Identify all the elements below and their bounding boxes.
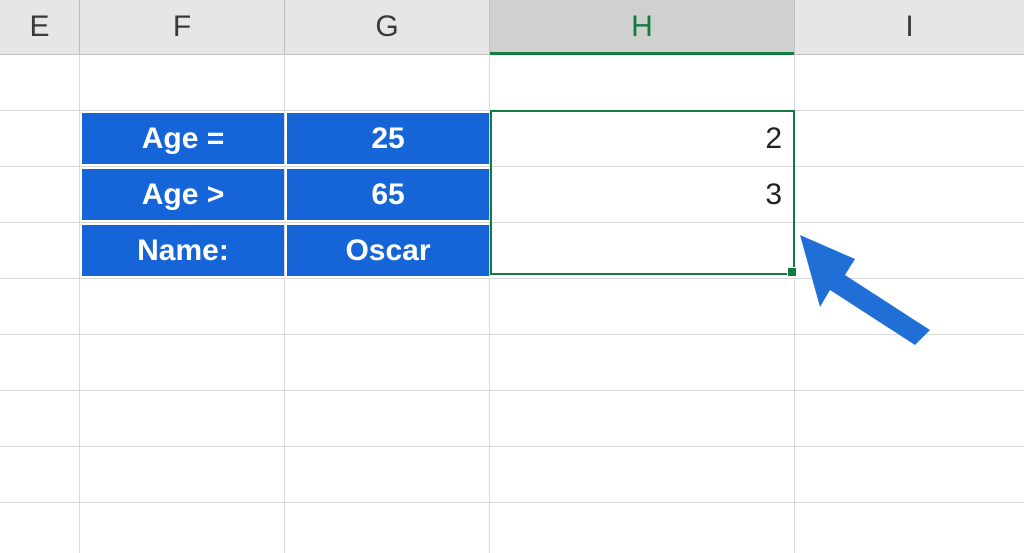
cell-E3[interactable] — [0, 167, 80, 222]
cell[interactable] — [80, 503, 285, 553]
grid-body: Age = 25 2 Age > 65 3 Name: Oscar — [0, 55, 1024, 553]
column-header-G[interactable]: G — [285, 0, 490, 54]
column-header-F[interactable]: F — [80, 0, 285, 54]
cell-G1[interactable] — [285, 55, 490, 110]
cell-E1[interactable] — [0, 55, 80, 110]
cell[interactable] — [285, 447, 490, 502]
cell[interactable] — [795, 335, 1024, 390]
cell[interactable] — [0, 279, 80, 334]
cell[interactable] — [490, 447, 795, 502]
cell[interactable] — [80, 391, 285, 446]
grid-row: Age = 25 2 — [0, 111, 1024, 167]
cell[interactable] — [285, 391, 490, 446]
cell[interactable] — [285, 503, 490, 553]
cell[interactable] — [795, 279, 1024, 334]
cell[interactable] — [0, 503, 80, 553]
grid-row — [0, 55, 1024, 111]
grid-row: Name: Oscar — [0, 223, 1024, 279]
column-header-row: E F G H I — [0, 0, 1024, 55]
cell[interactable] — [285, 279, 490, 334]
criteria-label[interactable]: Name: — [80, 223, 285, 278]
criteria-value[interactable]: 25 — [285, 111, 490, 166]
cell[interactable] — [490, 335, 795, 390]
cell-E2[interactable] — [0, 111, 80, 166]
cell-I4[interactable] — [795, 223, 1024, 278]
criteria-label[interactable]: Age = — [80, 111, 285, 166]
cell[interactable] — [795, 391, 1024, 446]
spreadsheet-view: E F G H I Age = 25 2 Age > 65 3 — [0, 0, 1024, 553]
criteria-value[interactable]: Oscar — [285, 223, 490, 278]
grid-row — [0, 335, 1024, 391]
criteria-result[interactable]: 2 — [490, 111, 795, 166]
cell-F1[interactable] — [80, 55, 285, 110]
cell-E4[interactable] — [0, 223, 80, 278]
cell-I1[interactable] — [795, 55, 1024, 110]
cell[interactable] — [490, 503, 795, 553]
grid-row: Age > 65 3 — [0, 167, 1024, 223]
cell[interactable] — [285, 335, 490, 390]
cell-H1[interactable] — [490, 55, 795, 110]
cell[interactable] — [80, 279, 285, 334]
criteria-result[interactable] — [490, 223, 795, 278]
cell[interactable] — [80, 335, 285, 390]
grid-row — [0, 503, 1024, 553]
criteria-label[interactable]: Age > — [80, 167, 285, 222]
cell-I2[interactable] — [795, 111, 1024, 166]
cell[interactable] — [795, 447, 1024, 502]
grid-row — [0, 447, 1024, 503]
cell[interactable] — [0, 335, 80, 390]
cell[interactable] — [490, 391, 795, 446]
grid-row — [0, 279, 1024, 335]
column-header-E[interactable]: E — [0, 0, 80, 54]
grid-row — [0, 391, 1024, 447]
cell-I3[interactable] — [795, 167, 1024, 222]
cell[interactable] — [0, 391, 80, 446]
cell[interactable] — [80, 447, 285, 502]
column-header-H[interactable]: H — [490, 0, 795, 54]
criteria-value[interactable]: 65 — [285, 167, 490, 222]
criteria-result[interactable]: 3 — [490, 167, 795, 222]
column-header-I[interactable]: I — [795, 0, 1024, 54]
cell[interactable] — [490, 279, 795, 334]
cell[interactable] — [795, 503, 1024, 553]
cell[interactable] — [0, 447, 80, 502]
